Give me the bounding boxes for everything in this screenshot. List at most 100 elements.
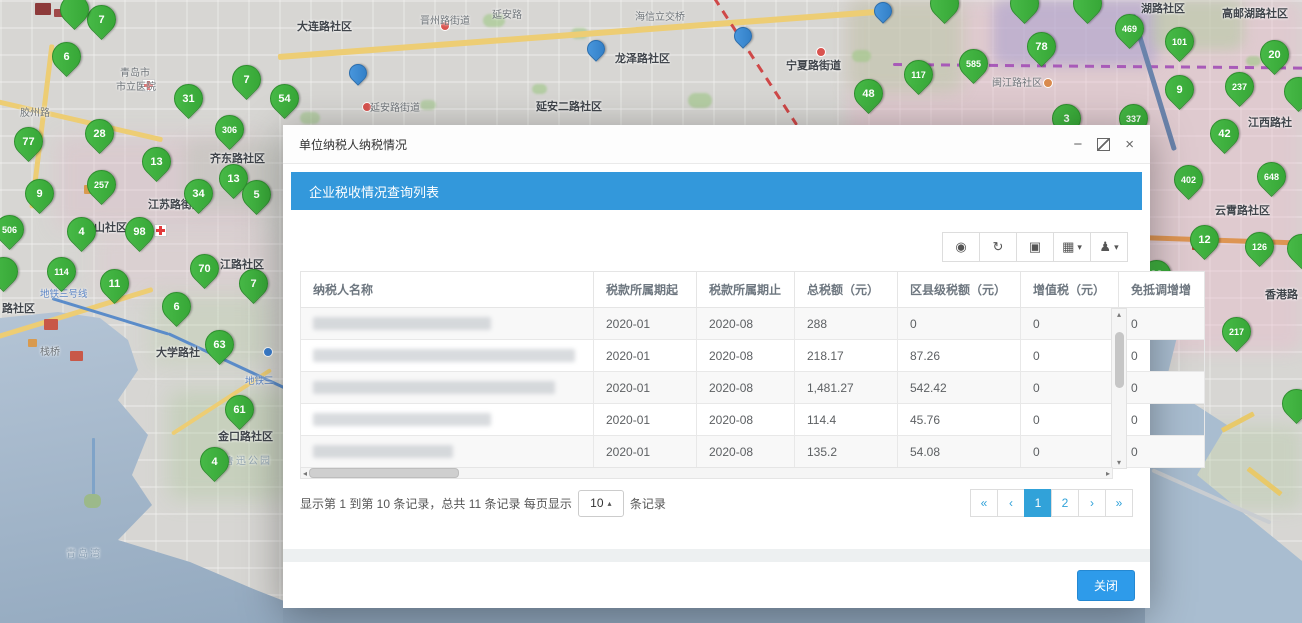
map-label: 高邮湖路社区	[1222, 5, 1288, 21]
column-header[interactable]: 税款所属期止	[697, 272, 795, 308]
scroll-down-icon[interactable]: ▾	[1117, 457, 1121, 468]
pin-count-label: 4	[201, 448, 228, 475]
district-tax-cell: 0	[898, 308, 1021, 340]
pagination-toggle-button[interactable]: ◉	[942, 232, 980, 262]
pin-count-label	[1074, 0, 1101, 17]
building-icon	[44, 319, 58, 330]
map-region-tint	[1246, 56, 1261, 66]
redacted-name	[313, 413, 491, 426]
dialog-title: 单位纳税人纳税情况	[299, 136, 1073, 153]
page-button[interactable]: «	[970, 489, 998, 517]
redacted-name	[313, 445, 453, 458]
page-button[interactable]: 2	[1051, 489, 1079, 517]
column-header[interactable]: 增值税（元）	[1021, 272, 1119, 308]
taxpayer-name-cell	[301, 436, 594, 468]
pin-count-label: 7	[240, 270, 267, 297]
page-button[interactable]: 1	[1024, 489, 1052, 517]
pin-count-label: 9	[26, 180, 53, 207]
map-label: 青岛湾	[66, 545, 102, 560]
taxpayer-dialog: 单位纳税人纳税情况 − × 企业税收情况查询列表 ◉↻▣▦▾♟▾ 纳税人名称税款…	[283, 125, 1150, 608]
export-icon: ♟	[1099, 239, 1111, 255]
page-button[interactable]: ›	[1078, 489, 1106, 517]
map-label: 大学路社	[156, 344, 200, 360]
pin-count-label: 237	[1226, 73, 1253, 100]
map-label: 鲁迅公园	[224, 452, 272, 467]
pin-count-label: 648	[1258, 163, 1285, 190]
map-pin-cluster[interactable]	[1276, 383, 1302, 424]
map-label: 闽江路社区	[992, 74, 1042, 89]
pin-count-label	[61, 0, 88, 23]
column-header[interactable]: 纳税人名称	[301, 272, 594, 308]
map-pin-cluster[interactable]: 54	[264, 78, 305, 119]
exempt-adjust-cell: 0	[1119, 436, 1205, 468]
table-row[interactable]: 2020-012020-08114.445.7600	[301, 404, 1205, 436]
map-pin-cluster[interactable]	[0, 251, 24, 292]
map-region-tint	[420, 100, 436, 110]
pin-count-label: 7	[233, 66, 260, 93]
building-icon	[35, 3, 51, 15]
vertical-scrollbar[interactable]: ▴ ▾	[1111, 308, 1127, 469]
taxpayer-name-cell	[301, 372, 594, 404]
column-header[interactable]: 税款所属期起	[594, 272, 697, 308]
columns-button[interactable]: ▦▾	[1053, 232, 1091, 262]
map-pin-cluster[interactable]: 31	[168, 78, 209, 119]
vat-cell: 0	[1021, 308, 1119, 340]
page-size-dropdown[interactable]: 10 ▴	[578, 490, 624, 517]
close-dialog-button[interactable]: 关闭	[1077, 570, 1135, 601]
map-pin-blue[interactable]	[345, 60, 370, 85]
vertical-scrollbar-thumb[interactable]	[1115, 332, 1124, 388]
maximize-icon[interactable]	[1097, 138, 1110, 151]
map-pin-cluster[interactable]: 506	[0, 209, 30, 250]
table-row[interactable]: 2020-012020-08135.254.0800	[301, 436, 1205, 468]
dropdown-caret-icon: ▾	[1114, 242, 1119, 253]
table-row[interactable]: 2020-012020-08218.1787.2600	[301, 340, 1205, 372]
table-row[interactable]: 2020-012020-081,481.27542.4200	[301, 372, 1205, 404]
column-header[interactable]: 总税额（元）	[795, 272, 898, 308]
scroll-left-icon[interactable]: ◂	[303, 468, 307, 479]
pagination-controls: «‹12›»	[971, 489, 1133, 517]
minimize-icon[interactable]: −	[1073, 137, 1082, 152]
scroll-up-icon[interactable]: ▴	[1117, 309, 1121, 320]
map-label: 栈桥	[40, 343, 60, 358]
district-tax-cell: 87.26	[898, 340, 1021, 372]
map-label: 云霄路社区	[1215, 202, 1270, 218]
vat-cell: 0	[1021, 372, 1119, 404]
horizontal-scrollbar-thumb[interactable]	[309, 468, 459, 478]
map-label: 江西路社	[1248, 114, 1292, 130]
dialog-titlebar: 单位纳税人纳税情况 − ×	[283, 125, 1150, 164]
page-button[interactable]: »	[1105, 489, 1133, 517]
export-button[interactable]: ♟▾	[1090, 232, 1128, 262]
map-pin-cluster[interactable]: 7	[226, 59, 267, 100]
vat-cell: 0	[1021, 404, 1119, 436]
column-header[interactable]: 免抵调增增	[1119, 272, 1205, 308]
pin-count-label: 48	[855, 80, 882, 107]
total-tax-cell: 135.2	[795, 436, 898, 468]
pin-count-label: 98	[126, 218, 153, 245]
close-icon[interactable]: ×	[1125, 137, 1134, 152]
pin-count-label: 217	[1223, 318, 1250, 345]
taxpayer-name-cell	[301, 308, 594, 340]
pin-count-label: 31	[175, 85, 202, 112]
pagination-toggle-icon: ◉	[955, 239, 966, 255]
horizontal-scrollbar[interactable]: ◂ ▸	[300, 467, 1113, 479]
map-label: 金口路社区	[218, 428, 273, 444]
map-pin-cluster[interactable]: 6	[46, 36, 87, 77]
refresh-button[interactable]: ↻	[979, 232, 1017, 262]
scroll-right-icon[interactable]: ▸	[1106, 468, 1110, 479]
period-end-cell: 2020-08	[697, 436, 795, 468]
page-button[interactable]: ‹	[997, 489, 1025, 517]
fullscreen-button[interactable]: ▣	[1016, 232, 1054, 262]
maximize-box-glyph	[1097, 138, 1110, 151]
map-pin-cluster[interactable]: 9	[19, 173, 60, 214]
vat-cell: 0	[1021, 340, 1119, 372]
dropup-caret-icon: ▴	[608, 499, 612, 508]
pin-count-label: 34	[185, 180, 212, 207]
map-region-tint	[852, 50, 871, 62]
table-row[interactable]: 2020-012020-08288000	[301, 308, 1205, 340]
period-start-cell: 2020-01	[594, 404, 697, 436]
map-pin-blue[interactable]	[583, 36, 608, 61]
pin-count-label: 126	[1246, 233, 1273, 260]
dialog-body: 企业税收情况查询列表 ◉↻▣▦▾♟▾ 纳税人名称税款所属期起税款所属期止总税额（…	[283, 164, 1150, 552]
pagination-info-prefix: 显示第 1 到第 10 条记录，总共 11 条记录 每页显示	[300, 495, 572, 512]
column-header[interactable]: 区县级税额（元）	[898, 272, 1021, 308]
